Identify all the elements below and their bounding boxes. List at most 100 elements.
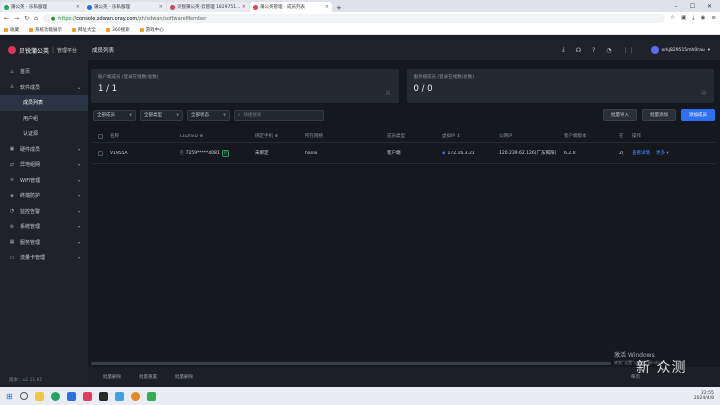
table-row[interactable]: V1955A ⎘ 7259*****4081 在 未绑定 hanlx 客户端 ◆… (93, 143, 715, 164)
chevron-down-icon: ▾ (77, 239, 80, 245)
batch-import-button[interactable]: 批量导入 (603, 109, 637, 121)
address-bar: ← → ↻ ⌂ ● https:// console.sdwan.oray.co… (0, 12, 720, 25)
batch-reset-button[interactable]: 批量重置 (139, 374, 157, 380)
menu-icon[interactable]: ≡ (711, 15, 716, 22)
chevron-down-icon: ▾ (77, 146, 80, 152)
chevron-down-icon: ▾ (77, 162, 80, 168)
sidebar-item[interactable]: ⇄ 异地组网 ▾ (0, 157, 88, 173)
browser-tab[interactable]: 蒲公英 - 乐私服理 × (1, 2, 83, 12)
add-member-button[interactable]: 添加成员 (681, 109, 715, 121)
app-header: 贝锐蒲公英 | 管理平台 成员列表 ⤓ ☊ ? ◔ ⋮⋮ orkj829515m… (0, 40, 720, 60)
member-filter-select[interactable]: 全部成员 ▼ (93, 109, 136, 121)
profile-icon[interactable]: ◉ (701, 15, 706, 22)
cell-sid: ⎘ 7259*****4081 在 (178, 149, 253, 157)
reload-icon[interactable]: ↻ (24, 15, 29, 22)
browser-tab[interactable]: 贝锐蒲公英-云管理 1829751... × (167, 2, 249, 12)
bookmark-icon (106, 27, 110, 32)
search-icon[interactable] (19, 392, 28, 400)
bookmark-item[interactable]: 网址大全 (72, 27, 96, 33)
header-phone[interactable]: 绑定手机 ⊕ (253, 133, 303, 139)
header-sid[interactable]: LED/SID ⊕ (178, 134, 253, 139)
action-buttons: 批量导入 批量添加 添加成员 (603, 109, 715, 121)
view-detail-link[interactable]: 查看详情 (632, 151, 650, 156)
minimize-icon[interactable]: – (675, 3, 678, 10)
mail-icon[interactable] (66, 391, 76, 401)
tab-title: 蒲公英管理 - 成员列表 (260, 5, 305, 10)
bookmark-item[interactable]: 游戏中心 (139, 27, 164, 33)
maximize-icon[interactable]: ☐ (690, 3, 695, 10)
extension-icon[interactable]: ▣ (681, 15, 686, 22)
select-all-checkbox[interactable] (98, 133, 103, 139)
sid-value: 7259*****4081 (185, 150, 220, 156)
tab-close-icon[interactable]: × (242, 4, 246, 10)
search-input[interactable]: ⌕ 快捷搜索 (234, 109, 324, 121)
home-icon[interactable]: ⌂ (34, 15, 38, 22)
more-actions-link[interactable]: 更多 ▾ (656, 151, 669, 156)
tab-close-icon[interactable]: × (76, 4, 80, 10)
tab-close-icon[interactable]: × (325, 4, 329, 10)
sidebar-item[interactable]: ⌂ 首页 (0, 64, 88, 80)
horizontal-scrollbar[interactable] (91, 362, 611, 365)
sidebar-item[interactable]: ⚙ 系统管理 ▾ (0, 219, 88, 235)
sidebar-item[interactable]: ▦ 服务管理 ▾ (0, 235, 88, 251)
sid-copy-icon[interactable]: ⎘ (180, 150, 184, 156)
back-icon[interactable]: ← (4, 15, 9, 22)
chevron-down-icon: ▾ (77, 208, 80, 214)
sidebar-item[interactable]: 认证源 (0, 126, 88, 142)
batch-delete-button[interactable]: 批量删除 (103, 374, 121, 380)
help-icon[interactable]: ? (592, 47, 595, 54)
sidebar-item[interactable]: ◔ 监控告警 ▾ (0, 204, 88, 220)
sidebar-item[interactable]: 成员列表 (0, 95, 88, 111)
sidebar-item-label: 监控告警 (20, 208, 41, 215)
app-icon[interactable] (98, 391, 108, 401)
download-icon[interactable]: ⤓ (562, 46, 565, 54)
bookmark-item[interactable]: 360搜索 (106, 27, 130, 33)
tab-favicon-icon (87, 4, 92, 10)
browser-tab[interactable]: 蒲公英管理 - 成员列表 × (250, 2, 332, 12)
windows-start-icon[interactable]: ⊞ (6, 392, 13, 401)
support-icon[interactable]: ☊ (576, 47, 581, 54)
service-icon: ▦ (9, 239, 15, 246)
sidebar-item[interactable]: ▭ 流量卡管理 ▾ (0, 250, 88, 266)
notification-icon[interactable]: ◔ (606, 47, 611, 54)
sidebar-item[interactable]: ▣ 硬件成员 ▾ (0, 142, 88, 158)
file-explorer-icon[interactable] (34, 391, 44, 401)
app-icon[interactable] (82, 391, 92, 401)
type-filter-select[interactable]: 全部类型 ▼ (140, 109, 183, 121)
version-label: 版本：v2.11.61 (9, 378, 43, 383)
app-icon[interactable] (146, 391, 156, 401)
download-icon[interactable]: ⤓ (692, 15, 694, 22)
browser-icon[interactable] (50, 391, 60, 401)
app-icon[interactable] (114, 391, 124, 401)
forward-icon[interactable]: → (14, 15, 19, 22)
new-tab-button[interactable]: + (336, 4, 342, 12)
header-name[interactable]: 名称 (108, 133, 178, 139)
bookmark-item[interactable]: 收藏 (4, 27, 19, 33)
chevron-down-icon: ▾ (707, 47, 710, 53)
batch-add-button[interactable]: 批量添加 (642, 109, 676, 121)
status-filter-select[interactable]: 全部状态 ▼ (187, 109, 230, 121)
apps-grid-icon[interactable]: ⋮⋮ (623, 47, 635, 54)
close-icon[interactable]: ✕ (707, 3, 712, 10)
brand[interactable]: 贝锐蒲公英 | 管理平台 (0, 46, 88, 55)
row-select-cell (93, 150, 108, 156)
url-field[interactable]: ● https:// console.sdwan.oray.com /zh/sd… (42, 14, 665, 23)
app-icon[interactable] (130, 391, 140, 401)
tab-close-icon[interactable]: × (159, 4, 163, 10)
batch-remove-button[interactable]: 批量删除 (175, 374, 193, 380)
star-icon[interactable]: ☆ (670, 15, 675, 22)
bookmark-item[interactable]: 系统功能展示 (29, 27, 62, 33)
sidebar-item[interactable]: 用户组 (0, 111, 88, 127)
sidebar-item[interactable]: ≋ WiFi管理 ▾ (0, 173, 88, 189)
browser-tab[interactable]: 蒲公英 - 乐私服理 × (84, 2, 166, 12)
lock-icon: ● (50, 15, 56, 22)
sidebar-item[interactable]: ◈ 终端防护 ▾ (0, 188, 88, 204)
header-virtual-ip[interactable]: 虚拟IP ⇕ (440, 133, 497, 139)
table-header: 名称 LED/SID ⊕ 绑定手机 ⊕ 所在网络 成员类型 虚拟IP ⇕ 公网I… (93, 130, 715, 143)
user-menu[interactable]: orkj829515mh0rau ▾ (650, 46, 710, 54)
row-checkbox[interactable] (98, 150, 103, 156)
device-icon: ▣ (9, 146, 15, 153)
cell-actions: 查看详情 更多 ▾ (630, 150, 680, 156)
system-clock[interactable]: 22:55 2024/4/8 (694, 391, 714, 402)
sidebar-item[interactable]: ♙ 软件成员 ▴ (0, 80, 88, 96)
